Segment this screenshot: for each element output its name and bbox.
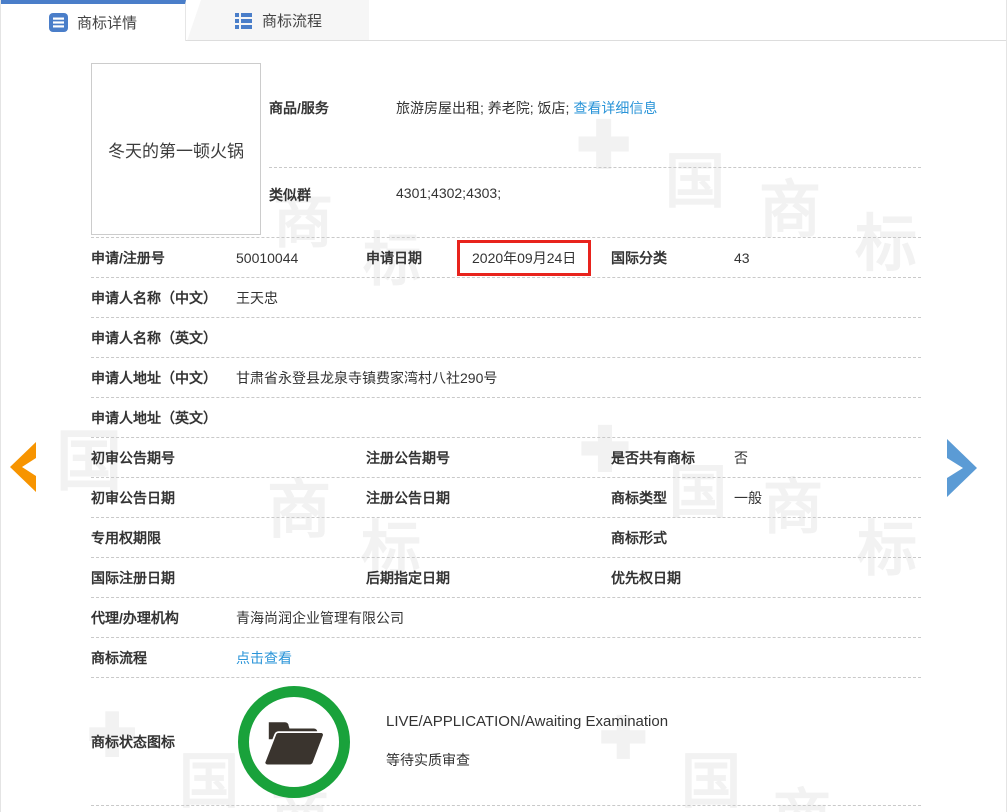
address-en-label: 申请人地址（英文）: [91, 408, 236, 428]
process-label: 商标流程: [91, 648, 236, 668]
tab-process-label: 商标流程: [262, 10, 322, 31]
similar-group-row: 类似群 4301;4302;4303;: [269, 185, 921, 205]
status-line-cn: 等待实质审查: [386, 750, 668, 770]
table-row: 申请人地址（中文） 甘肃省永登县龙泉寺镇费家湾村八社290号: [91, 358, 921, 398]
table-row: 申请人名称（英文）: [91, 318, 921, 358]
similar-group-value: 4301;4302;4303;: [396, 185, 501, 205]
intl-reg-date-label: 国际注册日期: [91, 568, 236, 588]
trademark-detail-page: ✚ 国 商 标 国 商 标 国 商 标 ✚ 国 商 标 ✚ 国 商 ✚ 国 商 …: [0, 0, 1007, 812]
tm-type-label: 商标类型: [611, 488, 734, 508]
view-details-link[interactable]: 查看详细信息: [573, 100, 657, 116]
chevron-left-icon: [10, 442, 36, 492]
app-date-highlighted-value: 2020年09月24日: [457, 240, 591, 276]
status-text-block: LIVE/APPLICATION/Awaiting Examination 等待…: [386, 713, 668, 770]
detail-table: 申请/注册号 50010044 申请日期 2020年09月24日 国际分类 43…: [91, 237, 921, 806]
intl-class-label: 国际分类: [611, 248, 734, 268]
shared-mark-label: 是否共有商标: [611, 448, 734, 468]
reg-ann-date-label: 注册公告日期: [366, 488, 471, 508]
priority-date-label: 优先权日期: [611, 568, 734, 588]
reg-no-value: 50010044: [236, 250, 366, 266]
applicant-en-label: 申请人名称（英文）: [91, 328, 236, 348]
trademark-image-text: 冬天的第一顿火锅: [108, 137, 244, 162]
later-desig-label: 后期指定日期: [366, 568, 471, 588]
status-label: 商标状态图标: [91, 732, 236, 752]
exclusive-term-label: 专用权期限: [91, 528, 236, 548]
tm-type-value: 一般: [734, 488, 921, 508]
goods-services-row: 商品/服务 旅游房屋出租; 养老院; 饭店; 查看详细信息: [269, 98, 921, 118]
similar-group-label: 类似群: [269, 185, 396, 205]
applicant-cn-value: 王天忠: [236, 288, 921, 308]
previous-arrow-button[interactable]: [10, 442, 36, 497]
separator: [269, 167, 921, 168]
next-arrow-button[interactable]: [947, 439, 977, 502]
reg-ann-no-label: 注册公告期号: [366, 448, 471, 468]
address-cn-value: 甘肃省永登县龙泉寺镇费家湾村八社290号: [236, 368, 921, 388]
click-to-view-link[interactable]: 点击查看: [236, 650, 292, 666]
status-folder-icon: [238, 686, 350, 798]
agency-label: 代理/办理机构: [91, 608, 236, 628]
tab-detail-label: 商标详情: [77, 12, 137, 33]
agency-value: 青海尚润企业管理有限公司: [236, 608, 921, 628]
list-icon: [234, 11, 253, 30]
address-cn-label: 申请人地址（中文）: [91, 368, 236, 388]
chevron-right-icon: [947, 439, 977, 497]
table-row: 代理/办理机构 青海尚润企业管理有限公司: [91, 598, 921, 638]
reg-no-label: 申请/注册号: [91, 248, 236, 268]
tab-trademark-process[interactable]: 商标流程: [187, 0, 369, 41]
goods-services-value: 旅游房屋出租; 养老院; 饭店; 查看详细信息: [396, 98, 657, 118]
table-row: 申请/注册号 50010044 申请日期 2020年09月24日 国际分类 43: [91, 238, 921, 278]
tab-bar: 商标详情 商标流程: [1, 0, 1006, 41]
goods-services-label: 商品/服务: [269, 98, 396, 118]
intl-class-value: 43: [734, 250, 921, 266]
document-icon: [49, 13, 68, 32]
prelim-date-label: 初审公告日期: [91, 488, 236, 508]
table-row: 国际注册日期 后期指定日期 优先权日期: [91, 558, 921, 598]
app-date-label: 申请日期: [366, 248, 471, 268]
table-row: 申请人名称（中文） 王天忠: [91, 278, 921, 318]
tm-form-label: 商标形式: [611, 528, 734, 548]
open-folder-icon: [261, 715, 327, 769]
applicant-cn-label: 申请人名称（中文）: [91, 288, 236, 308]
trademark-image: 冬天的第一顿火锅: [91, 63, 261, 235]
status-row: 商标状态图标 LIVE/APPLICATION/Awaiting Examina…: [91, 678, 921, 806]
watermark-plus-icon: ✚: [576, 112, 631, 178]
table-row: 初审公告期号 注册公告期号 是否共有商标 否: [91, 438, 921, 478]
table-row: 初审公告日期 注册公告日期 商标类型 一般: [91, 478, 921, 518]
table-row: 申请人地址（英文）: [91, 398, 921, 438]
table-row: 商标流程 点击查看: [91, 638, 921, 678]
tab-trademark-detail[interactable]: 商标详情: [1, 0, 186, 41]
status-line-en: LIVE/APPLICATION/Awaiting Examination: [386, 713, 668, 730]
prelim-no-label: 初审公告期号: [91, 448, 236, 468]
shared-mark-value: 否: [734, 448, 921, 468]
table-row: 专用权期限 商标形式: [91, 518, 921, 558]
